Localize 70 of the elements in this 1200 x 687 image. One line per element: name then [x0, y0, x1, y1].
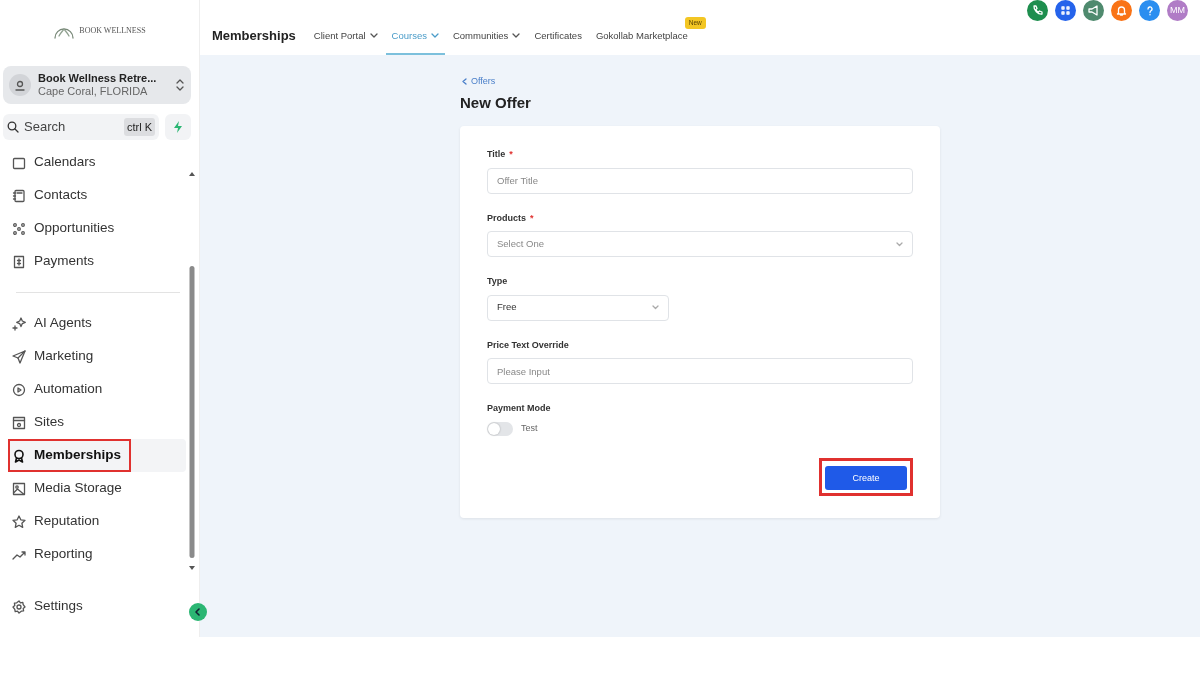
header-action-button[interactable] — [1111, 0, 1132, 21]
nav-tab[interactable]: Client Portal — [307, 28, 384, 55]
chevron-updown-icon — [175, 78, 185, 92]
select-field[interactable]: Free — [487, 294, 669, 321]
sidebar-item[interactable]: Memberships — [8, 439, 132, 472]
sidebar-item[interactable]: Calendars — [8, 146, 106, 179]
sidebar-item[interactable]: Reputation — [8, 505, 110, 538]
input-field[interactable]: Offer Title — [487, 167, 913, 194]
nav-tab[interactable]: Gokollab Marketplace — [589, 28, 694, 55]
quick-action-button[interactable] — [165, 114, 191, 140]
sparkle-icon — [12, 316, 26, 331]
field-label: Type — [487, 275, 509, 288]
star-icon — [12, 514, 26, 529]
settings-item[interactable]: Settings — [8, 590, 93, 623]
dots-grid-icon — [12, 221, 26, 236]
chevron-down-icon — [652, 305, 659, 310]
phone-icon — [1031, 4, 1044, 17]
shortcut-key: ctrl K — [123, 117, 155, 137]
chevron-left-icon — [194, 608, 202, 616]
sidebar-item[interactable]: Sites — [8, 406, 74, 439]
calendar-icon — [12, 155, 26, 170]
search-icon — [7, 121, 19, 133]
sidebar-item[interactable]: Payments — [8, 245, 105, 278]
search-label: Search — [24, 118, 66, 137]
select-field[interactable]: Select One — [487, 231, 913, 257]
account-switcher[interactable]: Book Wellness Retre... Cape Coral, FLORIDA — [3, 66, 191, 104]
toggle-label: Test — [521, 421, 538, 435]
grid-icon — [1059, 4, 1072, 17]
sidebar-item[interactable]: Contacts — [8, 179, 98, 212]
header-help-button[interactable] — [1139, 0, 1160, 21]
dollar-receipt-icon — [12, 254, 26, 269]
page-title: New Offer — [460, 92, 532, 113]
field-label: Payment Mode — [487, 402, 552, 415]
create-button[interactable]: Create — [825, 466, 907, 491]
lightning-icon — [173, 121, 183, 133]
paper-plane-icon — [12, 349, 26, 364]
field-label: Title * — [487, 148, 514, 161]
field-label: Products * — [487, 211, 535, 225]
sidebar-item[interactable]: Marketing — [8, 340, 104, 373]
toggle-switch[interactable] — [487, 421, 513, 436]
header-action-button[interactable] — [1083, 0, 1104, 21]
contact-book-icon — [12, 188, 26, 203]
nav-tab[interactable]: Communities — [446, 28, 527, 55]
header-action-button[interactable] — [1055, 0, 1076, 21]
chevron-down-icon — [896, 241, 903, 247]
collapse-button[interactable] — [189, 603, 207, 621]
bell-icon — [1115, 4, 1128, 17]
gear-icon — [12, 599, 26, 614]
award-ribbon-icon — [12, 448, 26, 463]
logo-text: BOOK WELLNESS — [79, 25, 146, 37]
header-action-button[interactable] — [1027, 0, 1048, 21]
account-name: Book Wellness Retre... — [38, 71, 157, 85]
browser-window-icon — [12, 415, 26, 430]
sidebar-item[interactable]: Opportunities — [8, 212, 125, 245]
image-icon — [12, 481, 26, 496]
sidebar-item[interactable]: AI Agents — [8, 307, 102, 340]
sidebar-item[interactable]: Media Storage — [8, 472, 132, 505]
megaphone-icon — [1087, 4, 1100, 17]
search-field[interactable]: Search ctrl K — [3, 114, 159, 140]
sidebar-item[interactable]: Automation — [8, 373, 113, 406]
input-field[interactable]: Please Input — [487, 358, 913, 384]
nav-tab[interactable]: Certificates — [528, 28, 588, 55]
breadcrumb-link[interactable]: Offers — [460, 75, 940, 89]
chevron-left-icon — [462, 78, 467, 86]
field-label: Price Text Override — [487, 338, 570, 352]
sidebar-item[interactable]: Reporting — [8, 538, 103, 571]
play-circle-icon — [12, 382, 26, 397]
question-mark-icon — [1145, 5, 1154, 16]
account-location: Cape Coral, FLORIDA — [38, 85, 149, 99]
page-section-title: Memberships — [212, 26, 296, 45]
